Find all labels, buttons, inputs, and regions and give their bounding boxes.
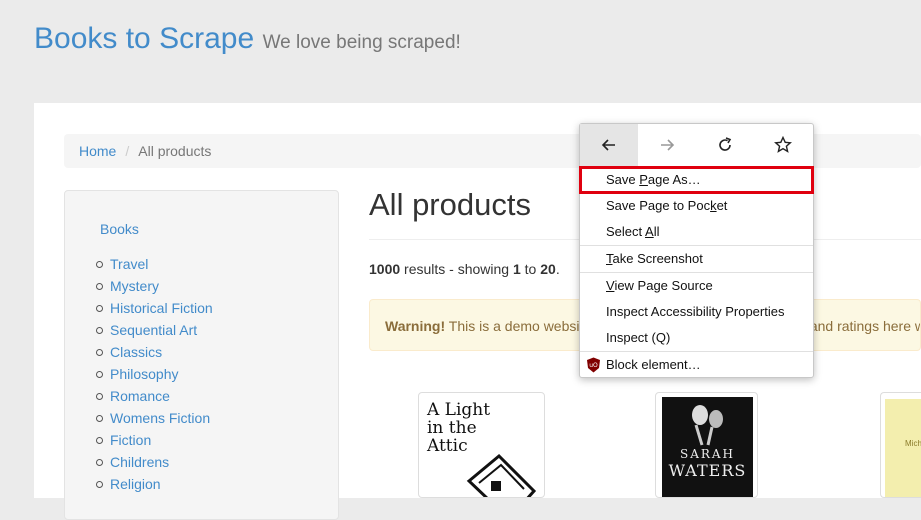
- bullet-icon: [96, 326, 103, 334]
- context-menu: Save Page As… Save Page to Pocket Select…: [579, 123, 814, 378]
- menu-label: Inspect (Q): [606, 330, 671, 345]
- bullet-icon: [96, 414, 103, 422]
- menu-save-page-as[interactable]: Save Page As…: [579, 166, 814, 194]
- menu-label: et: [716, 198, 728, 213]
- category-link[interactable]: Religion: [110, 476, 161, 492]
- menu-label: Save Page to Poc: [606, 198, 711, 213]
- category-item[interactable]: Classics: [96, 341, 213, 363]
- bullet-icon: [96, 392, 103, 400]
- book-thumbnail[interactable]: SARAH WATERS: [655, 392, 758, 498]
- results-text: results - showing: [400, 261, 513, 277]
- menu-label: ll: [653, 224, 660, 239]
- book-author-last: WATERS: [668, 461, 747, 480]
- menu-label: ake Screenshot: [612, 251, 703, 266]
- menu-view-page-source[interactable]: View Page Source: [580, 273, 813, 299]
- forward-arrow-icon: [661, 139, 675, 151]
- menu-accesskey: P: [639, 172, 648, 187]
- back-arrow-icon: [601, 139, 615, 151]
- category-item[interactable]: Travel: [96, 253, 213, 275]
- category-link[interactable]: Travel: [110, 256, 148, 272]
- bullet-icon: [96, 282, 103, 290]
- menu-accesskey: A: [645, 224, 654, 239]
- book-cover-title: Miche: [905, 439, 921, 448]
- category-sidebar: Books Travel Mystery Historical Fiction …: [64, 190, 339, 520]
- category-link[interactable]: Childrens: [110, 454, 169, 470]
- bookmark-star-icon: [774, 136, 792, 153]
- book-thumbnail[interactable]: A Light in the Attic: [418, 392, 545, 498]
- results-to-word: to: [520, 261, 541, 277]
- category-link[interactable]: Womens Fiction: [110, 410, 210, 426]
- results-from: 1: [512, 261, 521, 277]
- category-list: Travel Mystery Historical Fiction Sequen…: [96, 253, 213, 495]
- category-item[interactable]: Fiction: [96, 429, 213, 451]
- breadcrumb-current: All products: [138, 143, 212, 159]
- house-illustration-icon: [466, 453, 537, 497]
- category-item[interactable]: Mystery: [96, 275, 213, 297]
- book-cover-title: A Light in the Attic: [427, 400, 491, 456]
- bullet-icon: [96, 436, 103, 444]
- svg-text:uO: uO: [589, 362, 598, 369]
- book-thumbnail[interactable]: Miche: [880, 392, 921, 498]
- menu-label: age As…: [647, 172, 701, 187]
- menu-label: iew Page Source: [614, 278, 713, 293]
- category-link[interactable]: Classics: [110, 344, 162, 360]
- category-item[interactable]: Romance: [96, 385, 213, 407]
- reload-icon: [719, 137, 732, 151]
- category-link[interactable]: Mystery: [110, 278, 159, 294]
- book-cover: A Light in the Attic: [427, 400, 537, 497]
- bullet-icon: [96, 260, 103, 268]
- menu-label: Save: [606, 172, 640, 187]
- bullet-icon: [96, 458, 103, 466]
- category-item[interactable]: Religion: [96, 473, 213, 495]
- book-author-first: SARAH: [679, 447, 736, 461]
- site-title[interactable]: Books to Scrape: [34, 22, 254, 55]
- category-link[interactable]: Fiction: [110, 432, 151, 448]
- breadcrumb-separator: /: [125, 143, 130, 159]
- alert-strong: Warning!: [385, 318, 446, 334]
- category-link[interactable]: Philosophy: [110, 366, 179, 382]
- menu-label: Block element…: [606, 357, 701, 372]
- brand: Books to Scrape We love being scraped!: [34, 22, 461, 56]
- figure-illustration-icon: [691, 405, 723, 446]
- category-link[interactable]: Historical Fiction: [110, 300, 213, 316]
- book-cover: SARAH WATERS: [662, 397, 753, 497]
- category-item[interactable]: Philosophy: [96, 363, 213, 385]
- context-menu-nav: [580, 124, 813, 167]
- category-item[interactable]: Womens Fiction: [96, 407, 213, 429]
- forward-button[interactable]: [638, 124, 696, 166]
- category-books-link[interactable]: Books: [100, 221, 139, 237]
- book-cover: Miche: [885, 399, 921, 497]
- category-item[interactable]: Historical Fiction: [96, 297, 213, 319]
- back-button[interactable]: [580, 124, 638, 166]
- menu-label: Inspect Accessibility Properties: [606, 304, 785, 319]
- results-to: 20: [540, 261, 556, 277]
- ublock-shield-icon: uO: [587, 357, 600, 373]
- bookmark-button[interactable]: [754, 124, 812, 166]
- site-tagline: We love being scraped!: [262, 32, 461, 53]
- results-summary: 1000 results - showing 1 to 20.: [369, 261, 560, 277]
- menu-take-screenshot[interactable]: Take Screenshot: [580, 246, 813, 272]
- category-item[interactable]: Sequential Art: [96, 319, 213, 341]
- category-link[interactable]: Sequential Art: [110, 322, 197, 338]
- bullet-icon: [96, 348, 103, 356]
- results-end: .: [555, 261, 560, 277]
- menu-label: Select: [606, 224, 646, 239]
- page-title: All products: [369, 187, 531, 222]
- menu-select-all[interactable]: Select All: [580, 219, 813, 245]
- category-link[interactable]: Romance: [110, 388, 170, 404]
- menu-save-to-pocket[interactable]: Save Page to Pocket: [580, 193, 813, 219]
- results-count: 1000: [369, 261, 401, 277]
- bullet-icon: [96, 304, 103, 312]
- bullet-icon: [96, 370, 103, 378]
- category-item[interactable]: Childrens: [96, 451, 213, 473]
- breadcrumb-home-link[interactable]: Home: [79, 143, 116, 159]
- bullet-icon: [96, 480, 103, 488]
- reload-button[interactable]: [696, 124, 754, 166]
- menu-inspect[interactable]: Inspect (Q): [580, 325, 813, 351]
- menu-block-element[interactable]: uO Block element…: [580, 352, 813, 378]
- menu-inspect-accessibility[interactable]: Inspect Accessibility Properties: [580, 299, 813, 325]
